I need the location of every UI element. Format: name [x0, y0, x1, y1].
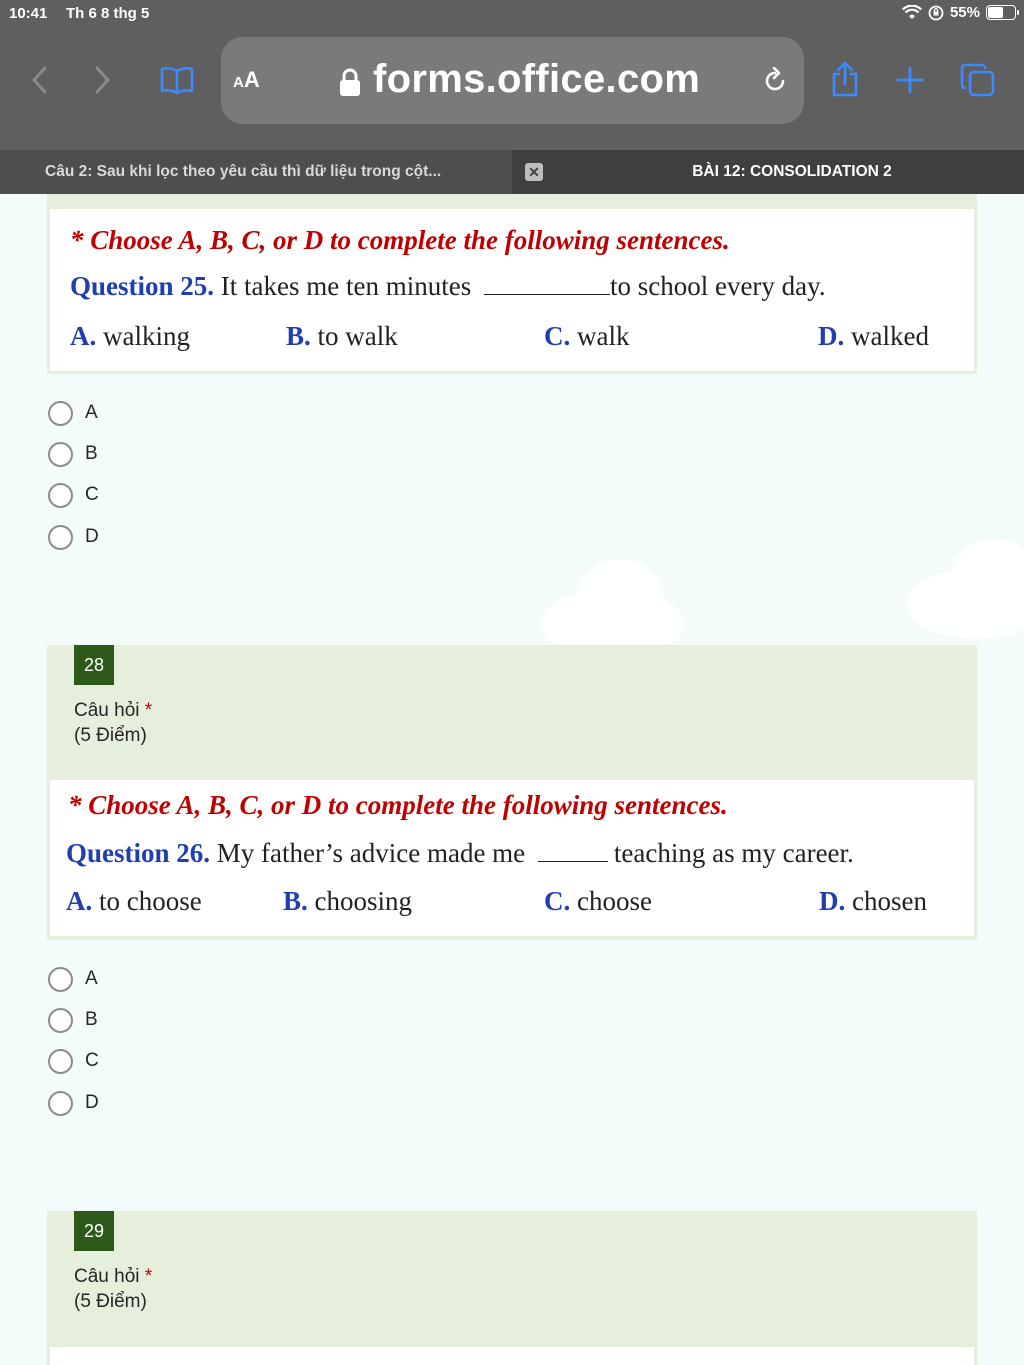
choice-a[interactable]: A: [48, 400, 98, 426]
tab-consolidation[interactable]: BÀI 12: CONSOLIDATION 2: [560, 150, 1024, 194]
question-points: (5 Điểm): [74, 725, 147, 746]
choice-b[interactable]: B: [48, 441, 98, 467]
status-time: 10:41: [9, 5, 48, 22]
choice-a[interactable]: A: [48, 966, 98, 992]
option-a: A. walking: [70, 321, 190, 351]
radio-b[interactable]: [48, 1007, 73, 1033]
choice-b[interactable]: B: [48, 1007, 98, 1033]
share-icon: [832, 61, 858, 97]
share-button[interactable]: [828, 58, 862, 100]
question-number: 29: [74, 1211, 114, 1251]
lock-icon: [340, 68, 360, 96]
question-instruction: * Choose A, B, C, or D to complete the f…: [68, 790, 728, 820]
option-c: C. walk: [544, 321, 630, 351]
radio-a[interactable]: [48, 400, 73, 426]
reload-icon[interactable]: [762, 67, 788, 95]
option-d: D. walked: [818, 321, 929, 351]
choice-d[interactable]: D: [48, 1090, 99, 1116]
radio-a[interactable]: [48, 966, 73, 992]
url-text: forms.office.com: [373, 57, 701, 101]
option-b: B. choosing: [283, 886, 413, 916]
book-icon: [160, 67, 194, 94]
tabs-overview-button[interactable]: [958, 60, 998, 100]
wifi-icon: [901, 4, 922, 19]
question-25-image: * Choose A, B, C, or D to complete the f…: [47, 206, 977, 374]
browser-chrome: 10:41 Th 6 8 thg 5 55% AA forms.office.c…: [0, 0, 1024, 150]
battery-icon: [986, 5, 1019, 20]
form-content: * Choose A, B, C, or D to complete the f…: [0, 194, 1024, 1365]
choice-d[interactable]: D: [48, 524, 99, 550]
background-cloud: [575, 559, 665, 639]
tab-close-button[interactable]: ✕: [525, 163, 543, 181]
status-right: 55%: [901, 4, 1019, 21]
tab-bar: Câu 2: Sau khi lọc theo yêu cầu thì dữ l…: [0, 150, 1024, 194]
question-text-before: It takes me ten minutes: [220, 271, 472, 301]
question-title: Câu hỏi *: [74, 1266, 153, 1287]
radio-d[interactable]: [48, 1090, 73, 1116]
question-text-before: My father’s advice made me: [216, 838, 526, 868]
option-b: B. to walk: [286, 321, 398, 351]
question-card-29: 29 Câu hỏi * (5 Điểm): [47, 1211, 977, 1365]
question-label: Question 25.: [70, 271, 215, 301]
choice-c[interactable]: C: [48, 482, 99, 508]
question-text: Question 26. My father’s advice made me …: [66, 838, 854, 869]
back-button[interactable]: [24, 62, 54, 98]
tab-active[interactable]: Câu 2: Sau khi lọc theo yêu cầu thì dữ l…: [0, 150, 512, 194]
radio-b[interactable]: [48, 441, 73, 467]
question-label: Question 26.: [66, 838, 211, 868]
answer-blank: [537, 840, 608, 862]
question-title: Câu hỏi *: [74, 700, 153, 721]
text-size-button[interactable]: AA: [233, 67, 260, 93]
question-instruction: * Choose A, B, C, or D to complete the f…: [70, 225, 730, 255]
radio-d[interactable]: [48, 524, 73, 550]
address-bar[interactable]: AA forms.office.com: [221, 37, 804, 124]
answer-blank: [483, 273, 610, 295]
option-d: D. chosen: [819, 886, 927, 916]
question-text-after: teaching as my career.: [613, 838, 854, 868]
question-26-image: * Choose A, B, C, or D to complete the f…: [47, 777, 977, 939]
question-text-after: to school every day.: [609, 271, 826, 301]
option-a: A. to choose: [66, 886, 202, 916]
new-tab-button[interactable]: [893, 62, 927, 98]
tabs-icon: [960, 63, 995, 97]
question-image-partial: [47, 1344, 977, 1365]
chevron-right-icon: [95, 66, 110, 94]
choice-c[interactable]: C: [48, 1048, 99, 1074]
status-bar: 10:41 Th 6 8 thg 5 55%: [0, 0, 1024, 30]
radio-c[interactable]: [48, 482, 73, 508]
question-text: Question 25. It takes me ten minutes to …: [70, 271, 826, 302]
status-date: Th 6 8 thg 5: [66, 5, 150, 22]
orientation-lock-icon: [928, 5, 944, 20]
option-c: C. choose: [544, 886, 652, 916]
plus-icon: [896, 66, 924, 94]
question-number: 28: [74, 645, 114, 685]
question-points: (5 Điểm): [74, 1291, 147, 1312]
battery-percent: 55%: [949, 4, 980, 21]
chevron-left-icon: [32, 66, 47, 94]
forward-button[interactable]: [88, 62, 118, 98]
radio-c[interactable]: [48, 1048, 73, 1074]
bookmarks-button[interactable]: [158, 62, 196, 98]
